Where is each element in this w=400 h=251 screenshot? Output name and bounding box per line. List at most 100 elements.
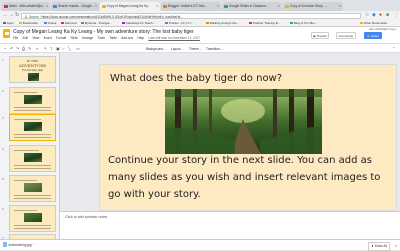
menu-bar: File Edit View Insert Format Slide Arran… xyxy=(13,36,204,41)
browser-tab[interactable]: Blogger: Lisbee's ICT thin... × xyxy=(161,2,221,11)
lock-icon: 🔒 xyxy=(24,14,28,19)
bookmark-icon xyxy=(165,21,168,25)
gmail-icon xyxy=(4,4,8,9)
speaker-notes-placeholder[interactable]: Click to add speaker notes xyxy=(65,215,107,219)
downloads-bar: sexbeeshing.jpg ⌃ ⬇ Show All × xyxy=(0,239,400,251)
blogger-icon xyxy=(163,4,167,9)
thumbnail-image xyxy=(24,122,42,131)
forest-path-image[interactable] xyxy=(165,89,322,154)
comments-button[interactable]: Comments xyxy=(336,32,356,39)
browser-tab[interactable]: Google Slides in Classroo... × xyxy=(222,2,282,11)
slide-question-text[interactable]: What does the baby tiger do now? xyxy=(110,73,282,84)
menu-arrange[interactable]: Arrange xyxy=(82,36,93,40)
doc-header: Copy of Megan Leang Ka Ky Leang - My own… xyxy=(0,27,400,43)
google-icon xyxy=(53,4,57,9)
bookmarks-bar: Apps Bookmarks Online Diamond Mysteria -… xyxy=(0,20,400,27)
doc-title[interactable]: Copy of Megan Leang Ka Ky Leang - My own… xyxy=(13,29,194,35)
thumbnail-image xyxy=(24,153,42,162)
bookmark-icon xyxy=(206,21,209,25)
folder-icon xyxy=(360,21,363,25)
slide-number: 4 xyxy=(2,147,4,151)
bookmark-item[interactable]: Diamond xyxy=(61,20,77,27)
last-edit-link[interactable]: Last edit was on November 11, 2017 xyxy=(148,36,200,40)
slide-thumbnail[interactable] xyxy=(9,175,56,202)
slide-number: 5 xyxy=(2,177,4,181)
browser-tab[interactable]: Copy of 6 minute Story - ... × xyxy=(283,2,343,11)
slides-icon xyxy=(285,4,289,9)
bookmark-item[interactable]: ClassDojo for Teach... xyxy=(122,20,155,27)
thumbnail-image xyxy=(24,95,42,104)
slide-number: 3 xyxy=(2,116,4,120)
slide-thumbnail[interactable] xyxy=(9,205,56,232)
chevron-up-icon[interactable]: ⌃ xyxy=(32,243,35,247)
extension-icon[interactable]: ■ xyxy=(386,11,389,20)
back-icon[interactable]: ← xyxy=(3,11,8,20)
extension-icon[interactable]: ● xyxy=(379,11,382,20)
bookmark-item[interactable]: Profiles - Kii, N-Y... xyxy=(165,20,194,27)
menu-slide[interactable]: Slide xyxy=(71,36,78,40)
bookmark-icon xyxy=(122,21,125,25)
close-tab-icon[interactable]: × xyxy=(95,2,97,11)
slide-number: 1 xyxy=(2,58,4,62)
menu-edit[interactable]: Edit xyxy=(23,36,29,40)
star-icon[interactable]: ☆ xyxy=(365,11,369,20)
bookmark-item[interactable]: Blog of Tim Mor... xyxy=(290,20,317,27)
slide-filmstrip: 1 MY OWN ADVENTURE The lost baby tiger 2… xyxy=(0,53,60,239)
address-bar: ← → ↻ 🔒 Secure | https://docs.google.com… xyxy=(0,11,400,20)
menu-file[interactable]: File xyxy=(13,36,18,40)
image-file-icon xyxy=(3,242,7,247)
menu-table[interactable]: Table xyxy=(109,36,117,40)
bookmark-icon xyxy=(290,21,293,25)
share-button[interactable]: 🔒 Share xyxy=(364,32,382,39)
bookmark-item[interactable]: Teacher Training B... xyxy=(249,20,280,27)
bookmark-icon xyxy=(249,21,252,25)
present-button[interactable]: ▶ Present xyxy=(311,32,330,39)
menu-help[interactable]: Help xyxy=(137,36,144,40)
close-tab-icon[interactable]: × xyxy=(339,2,341,11)
bookmark-item[interactable]: Mysteria - Triangle... xyxy=(81,20,112,27)
thumbnail-image xyxy=(24,213,42,222)
user-email: ellen.alnahhi@lr.nsw.g... xyxy=(368,27,398,31)
menu-addons[interactable]: Add-ons xyxy=(121,36,133,40)
classroom-icon xyxy=(224,4,228,9)
apps-icon xyxy=(3,21,6,25)
close-tab-icon[interactable]: × xyxy=(156,2,158,11)
current-slide[interactable]: What does the baby tiger do now? Continu… xyxy=(100,65,396,210)
close-tab-icon[interactable]: × xyxy=(278,2,280,11)
extension-icon[interactable]: ◆ xyxy=(372,11,376,20)
slides-icon xyxy=(102,4,106,9)
bookmark-icon xyxy=(61,21,64,25)
forward-icon[interactable]: → xyxy=(9,11,14,20)
menu-icon[interactable]: ⋮ xyxy=(394,11,399,20)
browser-tab[interactable]: Search results - Google... × xyxy=(51,2,99,11)
slide-thumbnail[interactable] xyxy=(9,145,56,172)
tiger-image xyxy=(28,73,39,81)
reload-icon[interactable]: ↻ xyxy=(15,11,19,20)
menu-format[interactable]: Format xyxy=(56,36,66,40)
bookmark-icon xyxy=(44,21,47,25)
bookmark-item[interactable]: Online xyxy=(44,20,56,27)
slide-thumbnail[interactable] xyxy=(9,87,56,114)
close-icon[interactable]: × xyxy=(395,242,397,249)
close-tab-icon[interactable]: × xyxy=(217,2,219,11)
speaker-notes[interactable]: Click to add speaker notes xyxy=(60,211,400,239)
menu-tools[interactable]: Tools xyxy=(98,36,105,40)
slide-body-text[interactable]: Continue your story in the next slide. Y… xyxy=(108,152,396,203)
bookmark-item[interactable]: Bookmarks xyxy=(19,20,38,27)
slide-number: 2 xyxy=(2,89,4,93)
bookmark-item[interactable]: Other Bookmarks xyxy=(360,20,387,27)
bookmark-item[interactable]: Apps xyxy=(3,20,14,27)
bookmark-item[interactable]: Walking through the... xyxy=(206,20,239,27)
close-tab-icon[interactable]: × xyxy=(46,2,48,11)
slide-number: 6 xyxy=(2,207,4,211)
bookmark-icon xyxy=(81,21,84,25)
download-item[interactable]: sexbeeshing.jpg ⌃ xyxy=(3,242,35,249)
browser-tab[interactable]: Inbox - ellen.alnahhi@s... × xyxy=(2,2,50,11)
url-input[interactable]: 🔒 Secure | https://docs.google.com/prese… xyxy=(21,12,361,19)
slide-thumbnail-selected[interactable] xyxy=(9,114,56,141)
menu-view[interactable]: View xyxy=(32,36,39,40)
slide-thumbnail[interactable]: MY OWN ADVENTURE The lost baby tiger xyxy=(9,56,56,83)
menu-insert[interactable]: Insert xyxy=(44,36,52,40)
browser-tab-active[interactable]: Copy of Megan Leang Ka Ky... × xyxy=(100,2,160,11)
slides-logo-icon[interactable] xyxy=(3,28,10,38)
